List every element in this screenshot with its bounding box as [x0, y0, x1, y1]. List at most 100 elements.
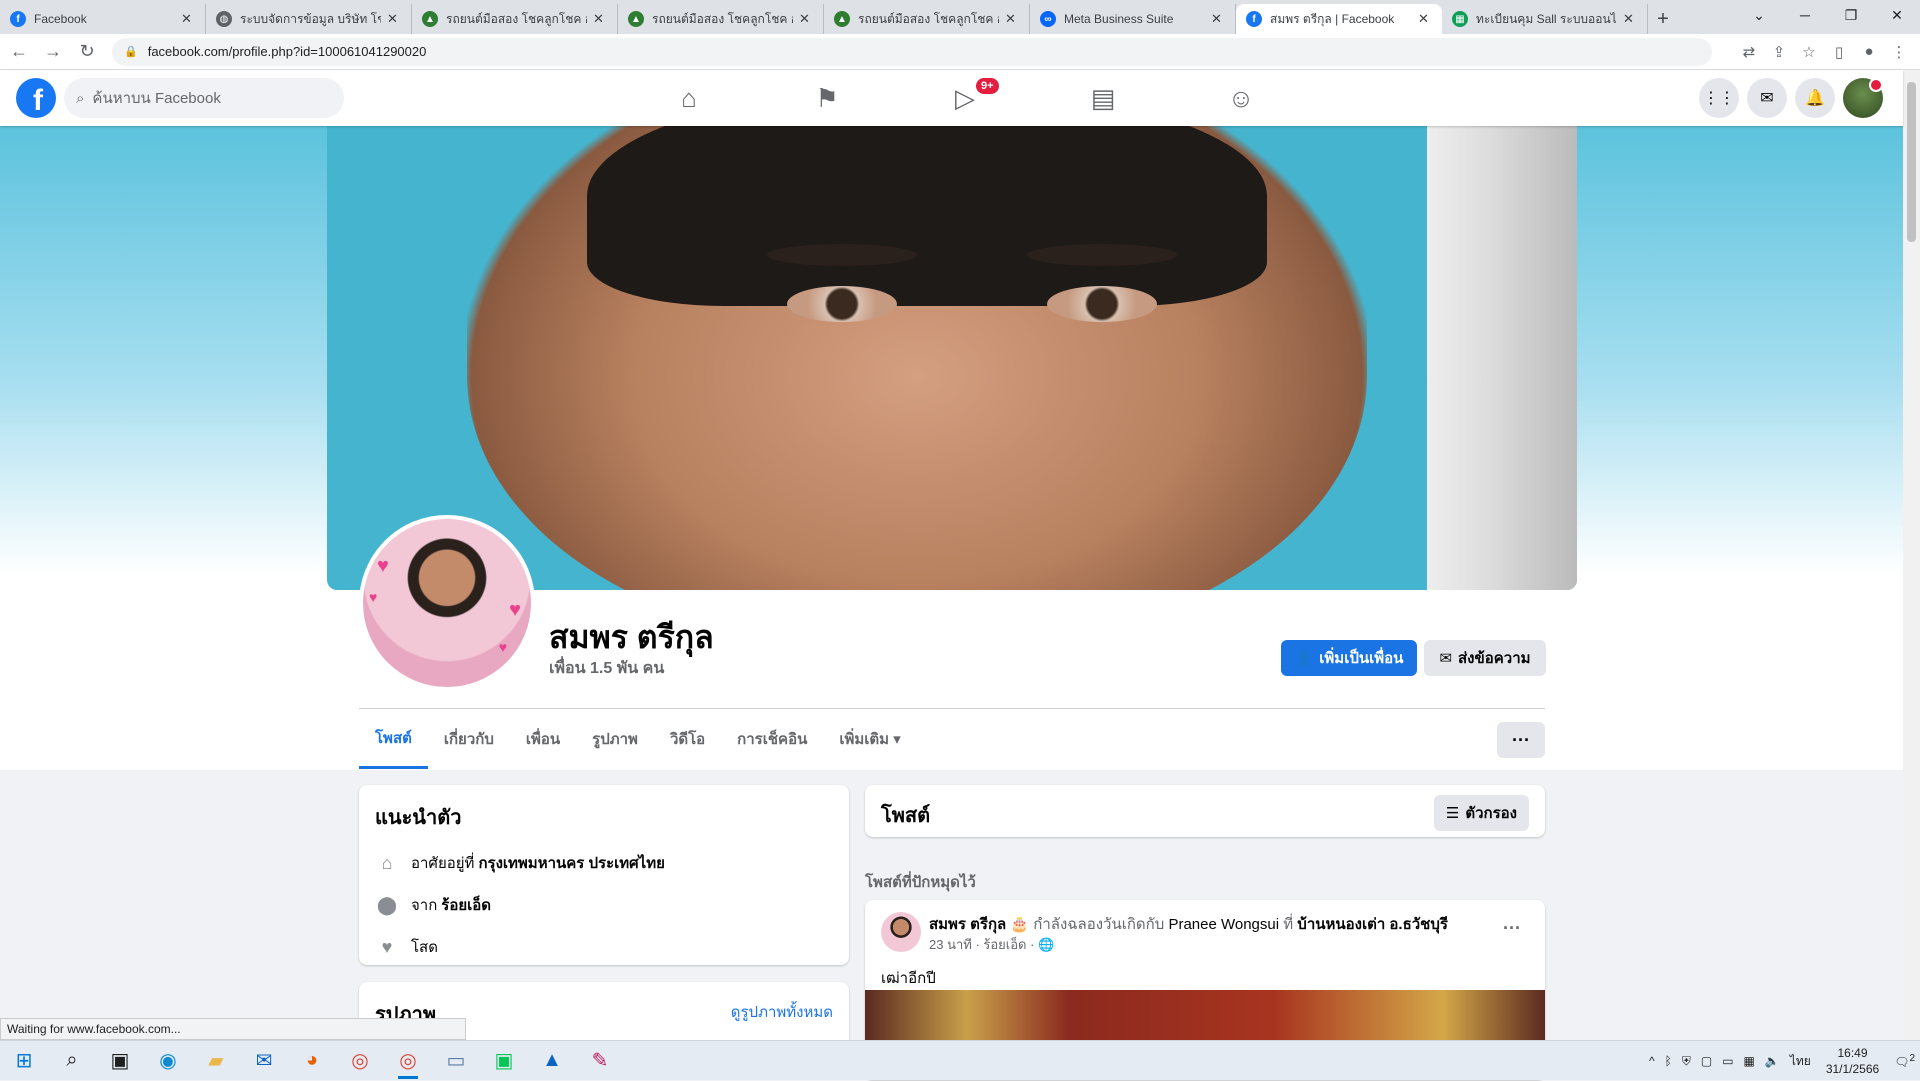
browser-tab[interactable]: ▲ รถยนต์มือสอง โชคลูกโชค อุดร ✕	[824, 4, 1030, 34]
facebook-search-input[interactable]: ⌕ ค้นหาบน Facebook	[64, 78, 344, 118]
marketplace-icon[interactable]: ▤	[1034, 70, 1172, 126]
tab-posts[interactable]: โพสต์	[359, 709, 428, 769]
browser-tab[interactable]: ▲ รถยนต์มือสอง โชคลูกโชค อุดร ✕	[618, 4, 824, 34]
facebook-header-right: ⋮⋮ ✉ 🔔	[1699, 78, 1883, 118]
cover-hair	[587, 126, 1267, 306]
file-explorer-icon[interactable]: ▰	[192, 1041, 240, 1081]
reload-button[interactable]: ↻	[72, 37, 102, 67]
close-tab-icon[interactable]: ✕	[1623, 11, 1637, 27]
menu-grid-icon[interactable]: ⋮⋮	[1699, 78, 1739, 118]
input-language[interactable]: ไทย	[1785, 1052, 1816, 1071]
send-message-button[interactable]: ✉ ส่งข้อความ	[1424, 640, 1546, 676]
bluetooth-icon[interactable]: ᛒ	[1660, 1054, 1677, 1068]
browser-tab-title: รถยนต์มือสอง โชคลูกโชค อุดร	[652, 11, 793, 26]
post-options-icon[interactable]: ···	[1503, 918, 1521, 939]
notification-center-icon[interactable]: 🗨2	[1889, 1053, 1920, 1069]
from-value[interactable]: ร้อยเอ็ด	[441, 893, 491, 917]
groups-icon[interactable]: ☺	[1172, 70, 1310, 126]
notifications-bell-icon[interactable]: 🔔	[1795, 78, 1835, 118]
watch-video-icon[interactable]: ▷ 9+	[896, 70, 1034, 126]
profile-picture[interactable]: ♥ ♥ ♥ ♥	[359, 515, 535, 691]
restore-button[interactable]: ❐	[1828, 0, 1874, 30]
browser-tab[interactable]: f สมพร ตรีกุล | Facebook ✕	[1236, 4, 1442, 34]
forward-button[interactable]: →	[38, 37, 68, 67]
paint-app-icon[interactable]: ✎	[576, 1041, 624, 1081]
clock[interactable]: 16:49 31/1/2566	[1816, 1045, 1889, 1077]
profile-avatar-icon[interactable]: ●	[1854, 38, 1884, 66]
page-scrollbar[interactable]	[1903, 70, 1920, 1040]
notepad-app-icon[interactable]: ▭	[432, 1041, 480, 1081]
close-tab-icon[interactable]: ✕	[1418, 11, 1432, 27]
meta-icon: ∞	[1040, 11, 1056, 27]
tray-up-arrow-icon[interactable]: ^	[1644, 1054, 1660, 1068]
browser-tab[interactable]: ▦ ทะเบียนคุม Sall ระบบออนไลน์ ✕	[1442, 4, 1648, 34]
heart-icon: ♥	[377, 555, 389, 577]
search-taskbar-icon[interactable]: ⌕	[48, 1041, 96, 1081]
intro-title: แนะนำตัว	[375, 807, 462, 829]
close-tab-icon[interactable]: ✕	[799, 11, 813, 27]
security-shield-icon[interactable]: ⛨	[1677, 1054, 1696, 1069]
post-place[interactable]: บ้านหนองเต่า อ.ธวัชบุรี	[1297, 916, 1448, 933]
share-icon[interactable]: ⇪	[1764, 38, 1794, 66]
home-icon[interactable]: ⌂	[620, 70, 758, 126]
url-bar[interactable]: 🔒 facebook.com/profile.php?id=1000610412…	[112, 37, 1712, 66]
tab-more[interactable]: เพิ่มเติม ▾	[823, 709, 916, 769]
account-avatar[interactable]	[1843, 78, 1883, 118]
pages-flag-icon[interactable]: ⚑	[758, 70, 896, 126]
browser-tab[interactable]: f Facebook ✕	[0, 4, 206, 34]
minimize-button[interactable]: ─	[1782, 0, 1828, 30]
facebook-logo-icon[interactable]: f	[16, 78, 56, 118]
see-all-photos-link[interactable]: ดูรูปภาพทั้งหมด	[731, 1000, 833, 1024]
menu-dots-icon[interactable]: ⋮	[1884, 38, 1914, 66]
translate-icon[interactable]: ⇄	[1734, 38, 1764, 66]
post-meta-text[interactable]: 23 นาที · ร้อยเอ็ด ·	[929, 937, 1034, 952]
tab-friends[interactable]: เพื่อน	[510, 709, 576, 769]
scrollbar-thumb[interactable]	[1907, 82, 1916, 242]
browser-tab[interactable]: ◍ ระบบจัดการข้อมูล บริษัท โชคลูกโชค ✕	[206, 4, 412, 34]
lives-value[interactable]: กรุงเทพมหานคร ประเทศไทย	[478, 851, 664, 875]
edge-browser-icon[interactable]: ◉	[144, 1041, 192, 1081]
back-button[interactable]: ←	[4, 37, 34, 67]
network-icon[interactable]: ▦	[1739, 1054, 1760, 1068]
line-app-icon[interactable]: ▣	[480, 1041, 528, 1081]
firefox-icon[interactable]: ◕	[288, 1041, 336, 1081]
new-tab-button[interactable]: +	[1648, 4, 1678, 34]
task-view-icon[interactable]: ▣	[96, 1041, 144, 1081]
close-tab-icon[interactable]: ✕	[181, 11, 195, 27]
post-with-name[interactable]: Pranee Wongsui	[1168, 916, 1279, 933]
post-author-avatar[interactable]	[881, 912, 921, 952]
browser-tab[interactable]: ∞ Meta Business Suite ✕	[1030, 4, 1236, 34]
tab-search-icon[interactable]: ⌄	[1736, 0, 1782, 30]
close-tab-icon[interactable]: ✕	[593, 11, 607, 27]
chrome-icon[interactable]: ◎	[336, 1041, 384, 1081]
pinned-posts-label: โพสต์ที่ปักหมุดไว้	[865, 874, 976, 891]
display-icon[interactable]: ▭	[1717, 1054, 1738, 1068]
cover-photo[interactable]	[327, 126, 1577, 590]
facebook-main-nav: ⌂ ⚑ ▷ 9+ ▤ ☺	[620, 70, 1310, 126]
heart-icon: ♥	[498, 639, 507, 655]
tray-app-icon[interactable]: ▢	[1696, 1054, 1717, 1068]
chrome-profile-icon[interactable]: ◎	[384, 1041, 432, 1081]
add-friend-button[interactable]: 👤 เพิ่มเป็นเพื่อน	[1281, 640, 1417, 676]
tab-checkins[interactable]: การเช็คอิน	[721, 709, 823, 769]
windows-start-icon[interactable]: ⊞	[0, 1041, 48, 1081]
volume-icon[interactable]: 🔈	[1760, 1054, 1785, 1068]
close-tab-icon[interactable]: ✕	[1211, 11, 1225, 27]
friends-count[interactable]: เพื่อน 1.5 พัน คน	[549, 656, 664, 681]
globe-icon: 🌐	[1038, 937, 1055, 952]
tab-videos[interactable]: วิดีโอ	[654, 709, 721, 769]
bookmark-star-icon[interactable]: ☆	[1794, 38, 1824, 66]
tab-about[interactable]: เกี่ยวกับ	[428, 709, 510, 769]
profile-more-options-button[interactable]: ···	[1497, 722, 1545, 758]
mail-icon[interactable]: ✉	[240, 1041, 288, 1081]
close-tab-icon[interactable]: ✕	[387, 11, 401, 27]
post-author[interactable]: สมพร ตรีกุล	[929, 916, 1006, 933]
photos-app-icon[interactable]: ▲	[528, 1041, 576, 1081]
close-tab-icon[interactable]: ✕	[1005, 11, 1019, 27]
browser-tab[interactable]: ▲ รถยนต์มือสอง โชคลูกโชค อุดร ✕	[412, 4, 618, 34]
filter-button[interactable]: ☰ ตัวกรอง	[1433, 795, 1529, 831]
side-panel-icon[interactable]: ▯	[1824, 38, 1854, 66]
close-window-button[interactable]: ✕	[1874, 0, 1920, 30]
tab-photos[interactable]: รูปภาพ	[576, 709, 654, 769]
messenger-icon[interactable]: ✉	[1747, 78, 1787, 118]
